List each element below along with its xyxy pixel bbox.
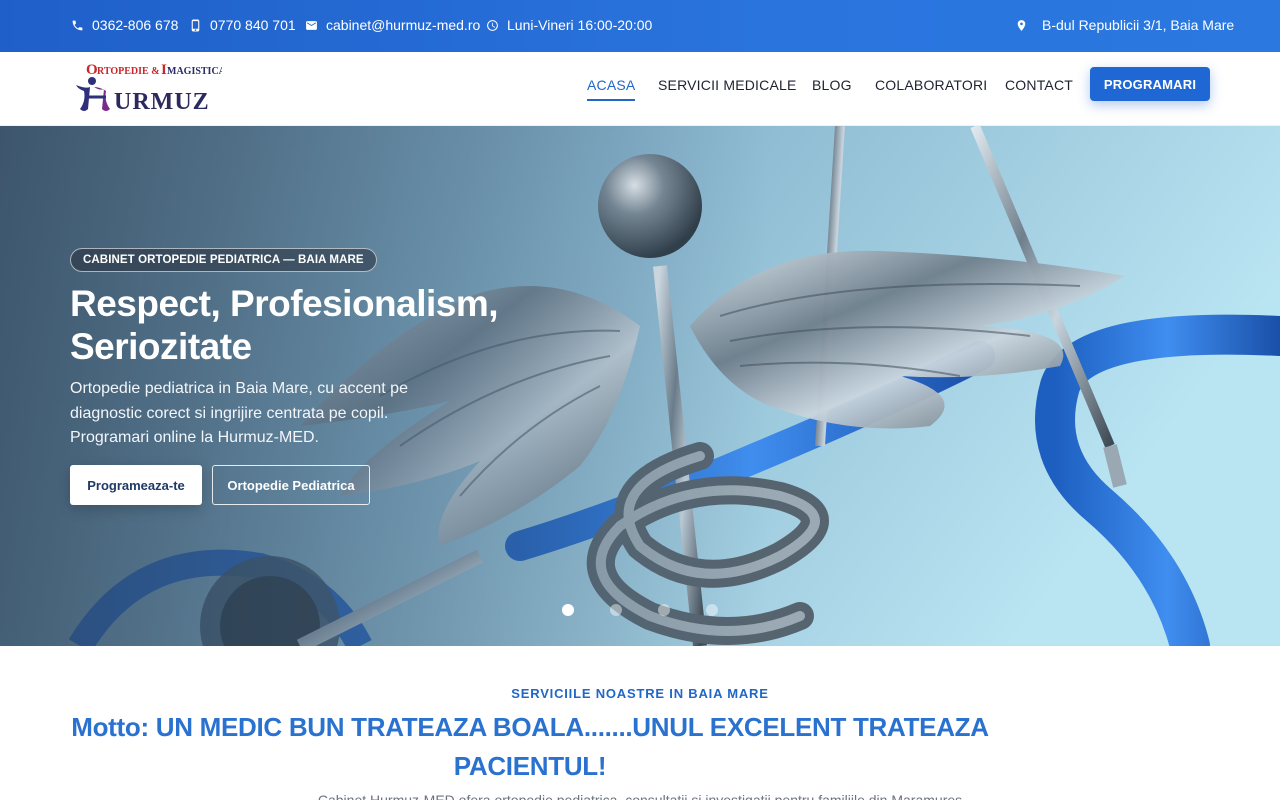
nav-servicii-medicale[interactable]: SERVICII MEDICALE xyxy=(658,77,797,93)
hero-badge: CABINET ORTOPEDIE PEDIATRICA — BAIA MARE xyxy=(70,248,377,272)
map-pin-icon xyxy=(1014,18,1028,32)
svg-text:MAGISTICA: MAGISTICA xyxy=(167,66,222,77)
opening-hours: Luni-Vineri 16:00-20:00 xyxy=(485,17,652,33)
motto-heading: Motto: UN MEDIC BUN TRATEAZA BOALA......… xyxy=(71,712,989,781)
logo-graphic: O RTOPEDIE & I MAGISTICA URMUZ xyxy=(76,62,227,115)
clock-icon xyxy=(485,18,499,32)
nav-blog[interactable]: BLOG xyxy=(812,77,852,93)
address-contact[interactable]: B-dul Republicii 3/1, Baia Mare xyxy=(1014,17,1234,33)
site-logo[interactable]: O RTOPEDIE & I MAGISTICA URMUZ xyxy=(70,59,227,117)
slider-dot-4[interactable] xyxy=(706,604,718,616)
hero-description: Ortopedie pediatrica in Baia Mare, cu ac… xyxy=(70,380,408,446)
main-header: O RTOPEDIE & I MAGISTICA URMUZ ACASA SER… xyxy=(0,52,1280,126)
mail-icon xyxy=(304,18,318,32)
slider-dots xyxy=(562,604,718,616)
slider-dot-1[interactable] xyxy=(562,604,574,616)
ortopedie-pediatrica-button[interactable]: Ortopedie Pediatrica xyxy=(212,465,370,505)
svg-text:O: O xyxy=(86,62,98,78)
hero-title: Respect, Profesionalism, Seriozitate xyxy=(70,283,499,367)
slider-dot-3[interactable] xyxy=(658,604,670,616)
phone-icon xyxy=(70,18,84,32)
nav-acasa[interactable]: ACASA xyxy=(587,77,636,101)
email-address: cabinet@hurmuz-med.ro xyxy=(326,17,481,33)
phone-number: 0362-806 678 xyxy=(92,17,179,33)
top-contact-bar: 0362-806 678 0770 840 701 cabinet@hurmuz… xyxy=(0,0,1280,52)
nav-colaboratori[interactable]: COLABORATORI xyxy=(875,77,987,93)
programari-button[interactable]: PROGRAMARI xyxy=(1090,67,1210,101)
svg-text:RTOPEDIE &: RTOPEDIE & xyxy=(97,66,160,77)
programeaza-button[interactable]: Programeaza-te xyxy=(70,465,202,505)
mobile-contact[interactable]: 0770 840 701 xyxy=(188,17,296,33)
mobile-number: 0770 840 701 xyxy=(210,17,296,33)
hero-slider: CABINET ORTOPEDIE PEDIATRICA — BAIA MARE… xyxy=(0,126,1280,646)
services-intro-text: Cabinet Hurmuz-MED ofera ortopedie pedia… xyxy=(317,792,963,800)
services-eyebrow: SERVICIILE NOASTRE IN BAIA MARE xyxy=(511,686,769,701)
phone-contact[interactable]: 0362-806 678 xyxy=(70,17,178,33)
slider-dot-2[interactable] xyxy=(610,604,622,616)
email-contact[interactable]: cabinet@hurmuz-med.ro xyxy=(304,17,480,33)
svg-text:URMUZ: URMUZ xyxy=(114,89,210,115)
hours-text: Luni-Vineri 16:00-20:00 xyxy=(507,17,653,33)
address-text: B-dul Republicii 3/1, Baia Mare xyxy=(1042,17,1235,33)
nav-contact[interactable]: CONTACT xyxy=(1005,77,1073,93)
mobile-icon xyxy=(188,18,202,32)
